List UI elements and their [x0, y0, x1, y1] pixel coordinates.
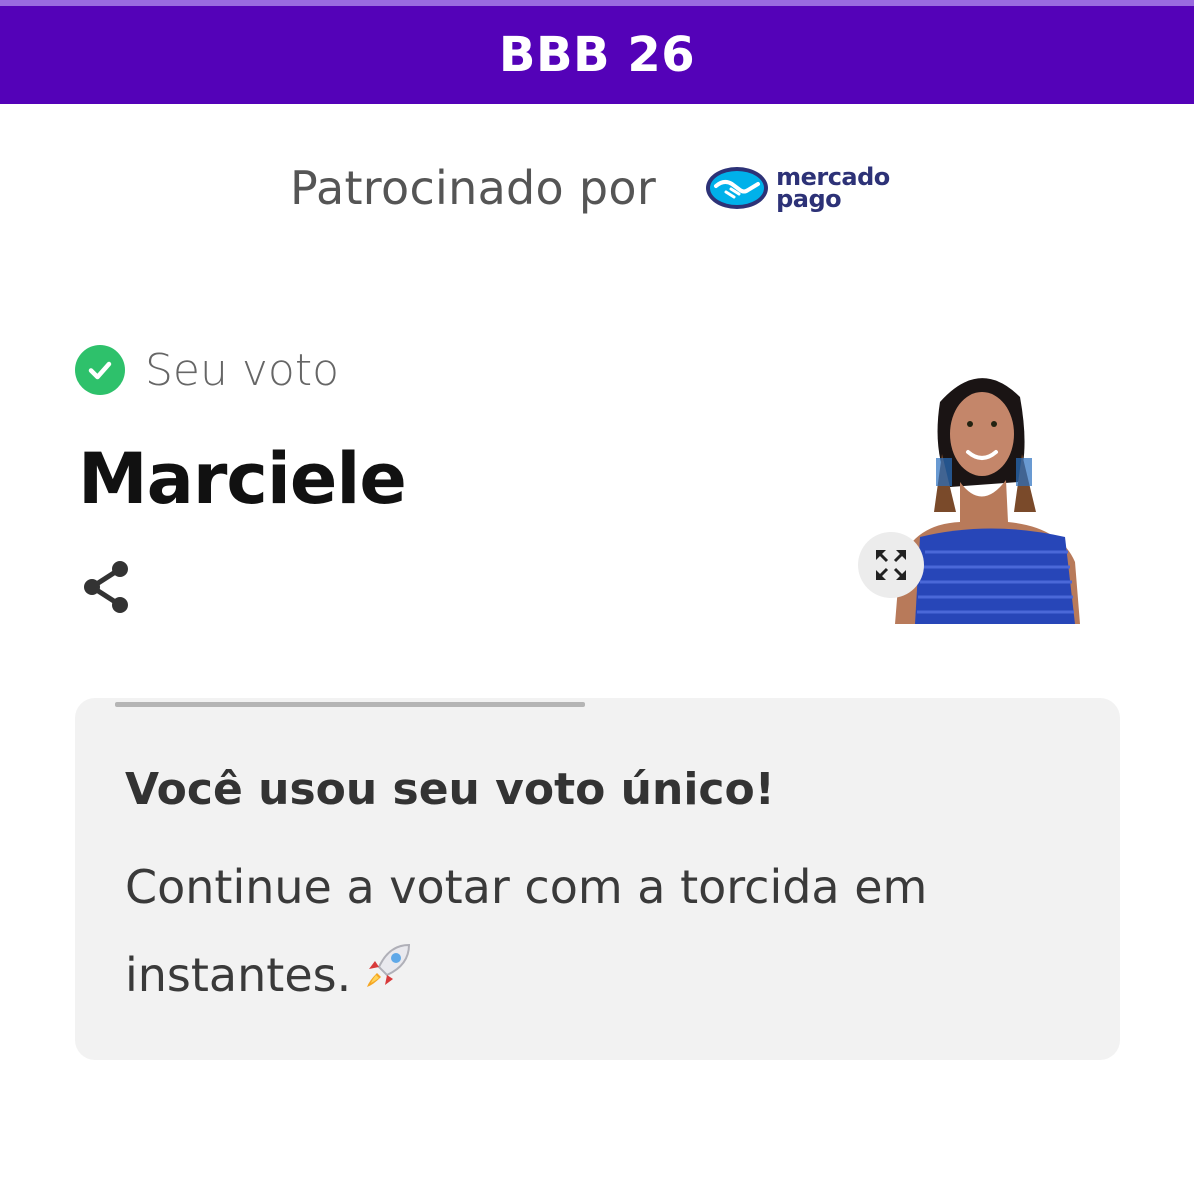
share-icon[interactable] [78, 558, 134, 616]
candidate-photo[interactable] [890, 362, 1090, 624]
message-card: Você usou seu voto único! Continue a vot… [75, 698, 1120, 1060]
app-header: BBB 26 [0, 0, 1194, 104]
check-circle-icon [75, 345, 125, 395]
vote-label: Seu voto [145, 344, 340, 396]
expand-icon [876, 550, 906, 580]
message-heading: Você usou seu voto único! [125, 764, 775, 815]
page: BBB 26 Patrocinado por mercado pago Seu … [0, 0, 1194, 1200]
handshake-icon [706, 167, 769, 209]
logo-line-2: pago [776, 185, 842, 213]
candidate-name: Marciele [78, 438, 407, 520]
mercado-pago-logo[interactable]: mercado pago [704, 164, 890, 212]
card-divider [115, 702, 585, 707]
message-text: Continue a votar com a torcida em instan… [125, 860, 928, 1002]
expand-photo-button[interactable] [858, 532, 924, 598]
rocket-icon [359, 935, 417, 1023]
header-title: BBB 26 [498, 27, 696, 83]
sponsor-label: Patrocinado por [290, 161, 657, 215]
mercado-pago-wordmark: mercado pago [776, 165, 890, 213]
message-body: Continue a votar com a torcida em instan… [125, 843, 1025, 1023]
vote-status: Seu voto [75, 343, 339, 397]
sponsor-row: Patrocinado por mercado pago [290, 150, 890, 226]
